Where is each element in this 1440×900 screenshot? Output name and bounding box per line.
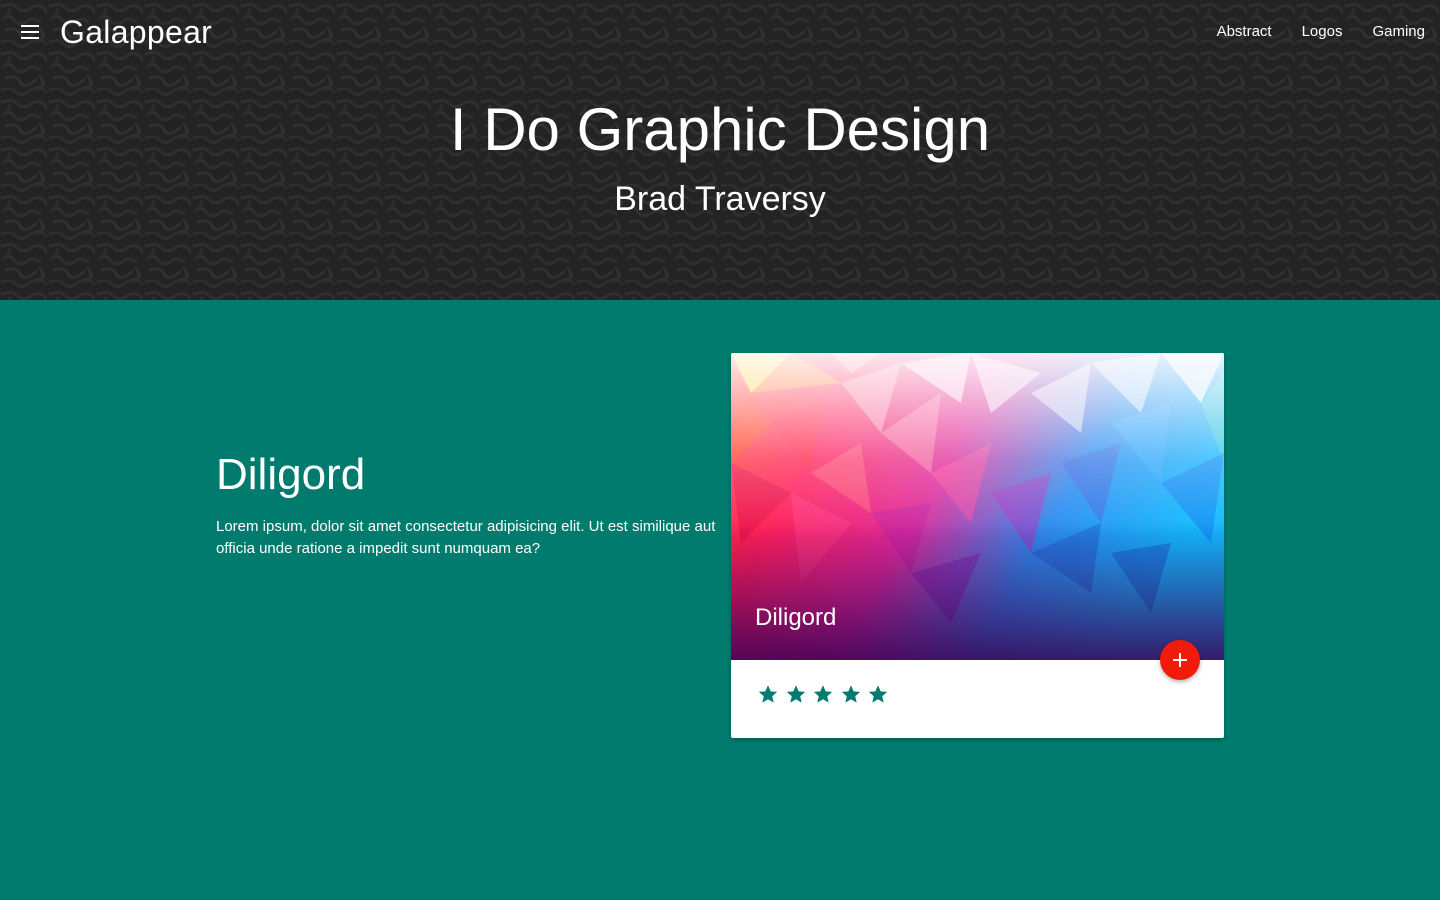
project-title: Diligord bbox=[216, 450, 366, 499]
star-icon bbox=[868, 685, 888, 703]
card-title: Diligord bbox=[755, 604, 837, 631]
project-description: Lorem ipsum, dolor sit amet consectetur … bbox=[216, 518, 716, 557]
star-icon bbox=[841, 685, 860, 703]
star-icon bbox=[786, 685, 805, 703]
star-icon bbox=[813, 685, 833, 703]
hamburger-menu-icon[interactable] bbox=[18, 20, 42, 44]
star-icon bbox=[758, 685, 778, 703]
rating-stars bbox=[757, 683, 895, 705]
nav-link-logos[interactable]: Logos bbox=[1287, 0, 1358, 64]
hero-title: I Do Graphic Design bbox=[449, 96, 991, 163]
plus-icon bbox=[1173, 653, 1187, 667]
nav-link-gaming[interactable]: Gaming bbox=[1357, 0, 1440, 64]
add-button[interactable] bbox=[1160, 640, 1200, 680]
brand-logo[interactable]: Galappear bbox=[60, 12, 212, 52]
navbar: Galappear Abstract Logos Gaming bbox=[0, 0, 1440, 64]
hero-subtitle: Brad Traversy bbox=[614, 180, 826, 218]
nav-link-abstract[interactable]: Abstract bbox=[1202, 0, 1287, 64]
card-image: Diligord bbox=[731, 353, 1224, 660]
project-section bbox=[0, 300, 1440, 900]
nav-links: Abstract Logos Gaming bbox=[1202, 0, 1440, 64]
project-card: Diligord bbox=[731, 353, 1224, 738]
hero-section: Galappear Abstract Logos Gaming I Do Gra… bbox=[0, 0, 1440, 300]
